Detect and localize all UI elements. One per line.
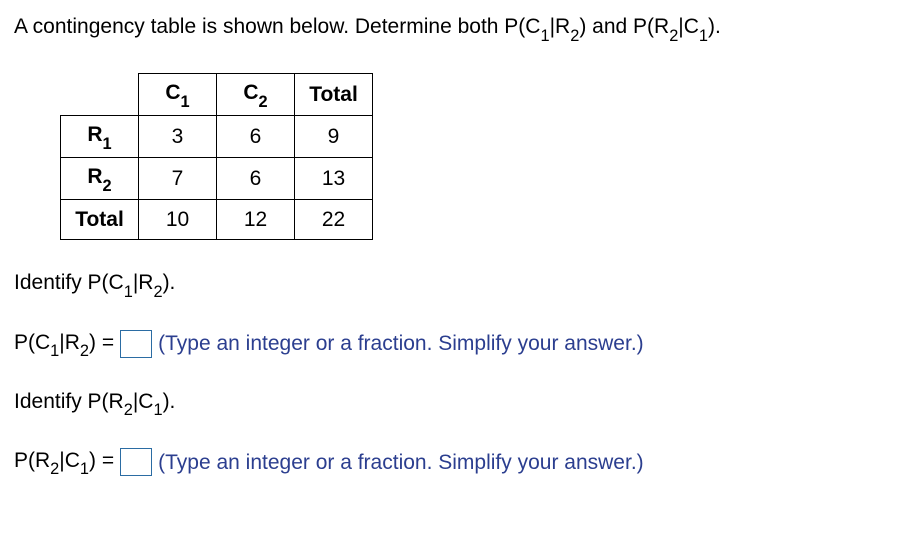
row-label-r1: R1 xyxy=(61,116,139,158)
label-base: R xyxy=(87,165,102,188)
subscript: 2 xyxy=(50,460,59,478)
cell-value: 12 xyxy=(217,200,295,240)
label-base: R xyxy=(87,123,102,146)
row-label-r2: R2 xyxy=(61,158,139,200)
contingency-table-container: C1 C2 Total R1 3 6 9 R2 7 6 13 xyxy=(60,73,902,240)
prompt-text: |C xyxy=(133,390,154,413)
question-part: |R xyxy=(550,15,571,38)
cell-value: 13 xyxy=(295,158,373,200)
question-text: A contingency table is shown below. Dete… xyxy=(14,12,902,45)
label-text: P(C xyxy=(14,331,50,354)
prompt-text: Identify P(C xyxy=(14,271,124,294)
subscript: 2 xyxy=(124,401,133,419)
col-header-c1: C1 xyxy=(139,74,217,116)
answer-input-2[interactable] xyxy=(120,448,152,476)
cell-value: 6 xyxy=(217,158,295,200)
question-part: A contingency table is shown below. Dete… xyxy=(14,15,540,38)
label-text: ) = xyxy=(89,449,114,472)
answer-label: P(C1|R2) = xyxy=(14,328,114,361)
table-row: R1 3 6 9 xyxy=(61,116,373,158)
subscript: 2 xyxy=(103,177,112,195)
cell-value: 7 xyxy=(139,158,217,200)
subscript: 1 xyxy=(699,27,708,45)
label-text: ) = xyxy=(89,331,114,354)
subscript: 1 xyxy=(124,283,133,301)
identify-prompt-1: Identify P(C1|R2). xyxy=(14,268,902,301)
cell-value: 3 xyxy=(139,116,217,158)
header-base: C xyxy=(243,81,258,104)
prompt-text: ). xyxy=(163,271,176,294)
subscript: 1 xyxy=(50,342,59,360)
table-header-row: C1 C2 Total xyxy=(61,74,373,116)
cell-value: 10 xyxy=(139,200,217,240)
label-base: Total xyxy=(75,208,124,231)
subscript: 2 xyxy=(259,93,268,111)
table-row: Total 10 12 22 xyxy=(61,200,373,240)
answer-hint: (Type an integer or a fraction. Simplify… xyxy=(158,329,644,358)
table-row: R2 7 6 13 xyxy=(61,158,373,200)
subscript: 1 xyxy=(181,93,190,111)
subscript: 2 xyxy=(153,283,162,301)
subscript: 1 xyxy=(153,401,162,419)
subscript: 1 xyxy=(540,27,549,45)
header-base: C xyxy=(165,81,180,104)
row-label-total: Total xyxy=(61,200,139,240)
col-header-c2: C2 xyxy=(217,74,295,116)
contingency-table: C1 C2 Total R1 3 6 9 R2 7 6 13 xyxy=(60,73,373,240)
question-part: ) and P(R xyxy=(579,15,669,38)
answer-row-1: P(C1|R2) = (Type an integer or a fractio… xyxy=(14,328,902,361)
subscript: 2 xyxy=(80,342,89,360)
label-text: P(R xyxy=(14,449,50,472)
answer-row-2: P(R2|C1) = (Type an integer or a fractio… xyxy=(14,446,902,479)
answer-hint: (Type an integer or a fraction. Simplify… xyxy=(158,448,644,477)
prompt-text: |R xyxy=(133,271,154,294)
subscript: 2 xyxy=(669,27,678,45)
identify-prompt-2: Identify P(R2|C1). xyxy=(14,387,902,420)
label-text: |C xyxy=(59,449,80,472)
subscript: 1 xyxy=(103,135,112,153)
answer-label: P(R2|C1) = xyxy=(14,446,114,479)
subscript: 1 xyxy=(80,460,89,478)
label-text: |R xyxy=(59,331,80,354)
question-part: ). xyxy=(708,15,721,38)
table-corner-cell xyxy=(61,74,139,116)
cell-value: 6 xyxy=(217,116,295,158)
cell-value: 9 xyxy=(295,116,373,158)
col-header-total: Total xyxy=(295,74,373,116)
cell-value: 22 xyxy=(295,200,373,240)
subscript: 2 xyxy=(570,27,579,45)
prompt-text: Identify P(R xyxy=(14,390,124,413)
question-part: |C xyxy=(678,15,699,38)
header-text: Total xyxy=(309,83,358,106)
answer-input-1[interactable] xyxy=(120,330,152,358)
prompt-text: ). xyxy=(163,390,176,413)
